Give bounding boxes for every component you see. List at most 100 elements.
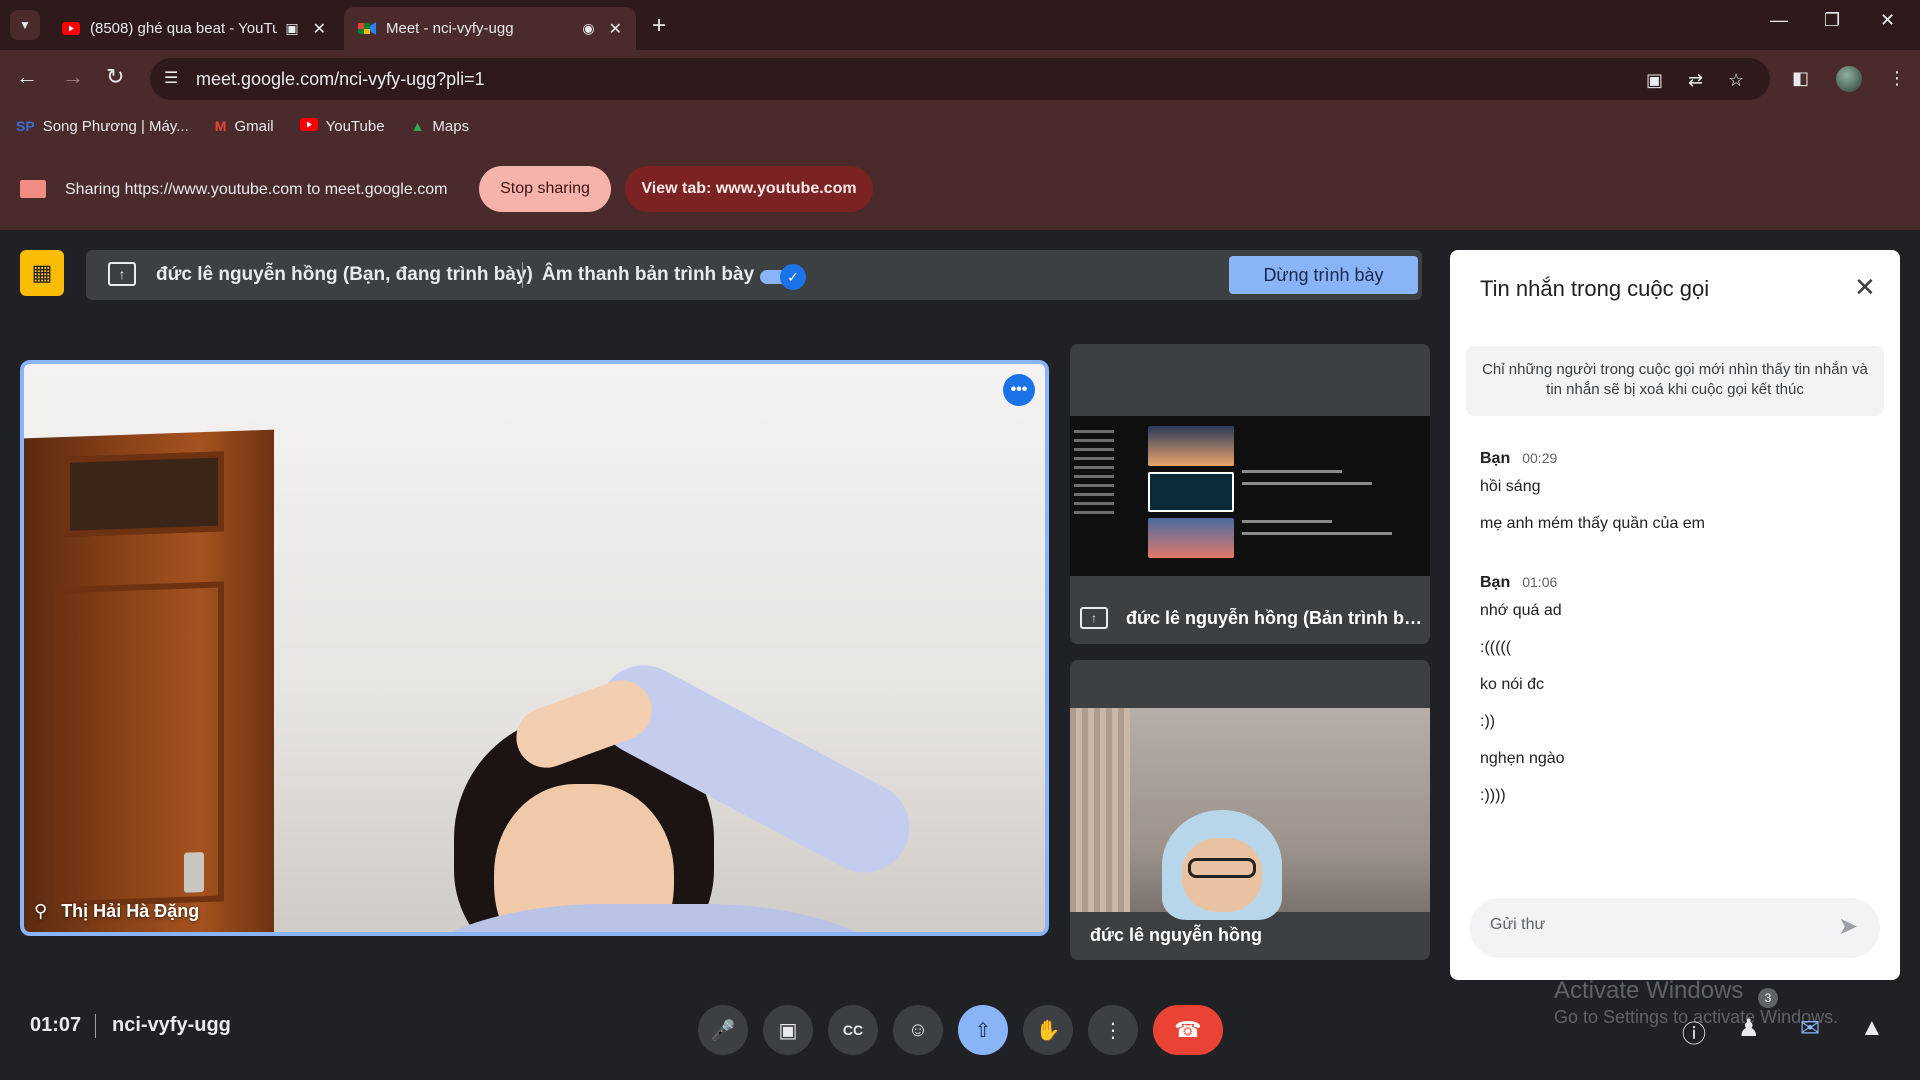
- reload-icon[interactable]: ↻: [106, 64, 124, 90]
- translate-icon[interactable]: ⇄: [1688, 70, 1703, 91]
- minimize-icon[interactable]: —: [1770, 10, 1788, 31]
- activities-icon[interactable]: ▲: [1860, 1014, 1884, 1042]
- people-count-badge: 3: [1758, 988, 1778, 1008]
- back-icon[interactable]: ←: [16, 64, 38, 90]
- view-tab-button[interactable]: View tab: www.youtube.com: [625, 166, 873, 212]
- emoji-icon: ☺: [907, 1018, 929, 1041]
- participant-name: Thị Hải Hà Đặng: [61, 901, 200, 921]
- bookmark-songphuong[interactable]: SP Song Phương | Máy...: [16, 118, 189, 135]
- info-icon[interactable]: ⓘ: [1682, 1014, 1706, 1049]
- message-header: Bạn 00:29: [1480, 450, 1880, 468]
- tab-youtube[interactable]: (8508) ghé qua beat - YouTube ▣ ✕: [48, 7, 340, 50]
- bookmark-label: Song Phương | Máy...: [42, 117, 189, 135]
- participant-label: ⚲ Thị Hải Hà Đặng: [34, 901, 199, 922]
- present-screen-icon: ⇧: [974, 1019, 992, 1042]
- tab-sharing-infobar: Sharing https://www.youtube.com to meet.…: [0, 160, 1920, 220]
- address-bar[interactable]: ☰ meet.google.com/nci-vyfy-ugg?pli=1 ▣ ⇄…: [150, 58, 1770, 100]
- chat-input-box: ➤: [1470, 898, 1880, 958]
- video-feed: [24, 364, 1045, 932]
- media-indicator-icon[interactable]: ▣: [285, 20, 298, 37]
- message-text: mẹ anh mém thấy quần của em: [1480, 515, 1706, 532]
- captions-button[interactable]: CC: [828, 1005, 878, 1055]
- main-video-tile[interactable]: ••• ⚲ Thị Hải Hà Đặng: [20, 360, 1049, 936]
- close-window-icon[interactable]: ✕: [1880, 10, 1895, 31]
- chevron-down-icon: ▼: [19, 18, 31, 32]
- close-icon[interactable]: ✕: [1854, 272, 1876, 303]
- stop-presenting-button[interactable]: Dừng trình bày: [1229, 256, 1418, 294]
- divider: [522, 262, 523, 288]
- chat-notice: Chỉ những người trong cuộc gọi mới nhìn …: [1466, 346, 1884, 416]
- reactions-button[interactable]: ☺: [893, 1005, 943, 1055]
- forward-icon[interactable]: →: [62, 64, 84, 90]
- video-curtain: [1070, 708, 1130, 912]
- gmail-icon: M: [214, 118, 227, 134]
- present-screen-icon: ↑: [1080, 607, 1108, 629]
- message-text: nghẹn ngào: [1480, 750, 1565, 767]
- preview-text: [1242, 520, 1332, 523]
- presentation-preview: [1070, 416, 1430, 576]
- chat-panel: Tin nhắn trong cuộc gọi ✕ Chỉ những ngườ…: [1450, 250, 1900, 980]
- participant-name: đức lê nguyễn hồng (Bản trình bày): [1126, 607, 1426, 628]
- message-group: Bạn 01:06 nhớ quá ad :((((( ko nói đc :)…: [1480, 574, 1880, 824]
- message-group: Bạn 00:29 hồi sáng mẹ anh mém thấy quần …: [1480, 450, 1880, 552]
- tab-title: (8508) ghé qua beat - YouTube: [90, 20, 278, 37]
- message-text: :)): [1480, 713, 1496, 730]
- tile-more-options-icon[interactable]: •••: [1003, 374, 1035, 406]
- camera-in-use-icon[interactable]: ▣: [1646, 70, 1663, 91]
- menu-kebab-icon[interactable]: ⋮: [1888, 68, 1906, 89]
- side-panel-icon[interactable]: ◧: [1792, 68, 1809, 89]
- send-icon[interactable]: ➤: [1838, 912, 1858, 941]
- participant-name: đức lê nguyễn hồng: [1090, 925, 1263, 945]
- bookmark-youtube[interactable]: YouTube: [299, 117, 385, 135]
- hand-icon: ✋: [1035, 1019, 1061, 1042]
- bookmark-gmail[interactable]: M Gmail: [215, 118, 274, 135]
- preview-text: [1242, 470, 1342, 473]
- bookmark-star-icon[interactable]: ☆: [1728, 70, 1744, 91]
- presentation-audio-toggle[interactable]: ✓: [760, 264, 806, 290]
- site-info-icon[interactable]: ☰: [164, 68, 178, 88]
- more-options-button[interactable]: ⋮: [1088, 1005, 1138, 1055]
- video-door-window: [64, 451, 224, 537]
- presentation-audio-label: Âm thanh bản trình bày: [542, 264, 755, 285]
- preview-video: [1148, 518, 1234, 558]
- meet-icon: [358, 20, 376, 38]
- microphone-button[interactable]: 🎤: [698, 1005, 748, 1055]
- message-text: :(((((: [1480, 639, 1512, 656]
- tab-search-button[interactable]: ▼: [10, 10, 40, 40]
- close-tab-icon[interactable]: ✕: [609, 19, 622, 39]
- camera-button[interactable]: ▣: [763, 1005, 813, 1055]
- presenter-name: đức lê nguyễn hồng (Bạn, đang trình bày): [156, 264, 533, 285]
- message-text: :)))): [1480, 787, 1506, 804]
- chat-title: Tin nhắn trong cuộc gọi: [1480, 276, 1710, 301]
- camera-icon: ▣: [778, 1019, 798, 1042]
- tab-meet[interactable]: Meet - nci-vyfy-ugg ◉ ✕: [344, 7, 636, 50]
- bookmark-label: YouTube: [325, 117, 385, 135]
- people-icon[interactable]: ♟: [1738, 1014, 1760, 1043]
- message-text: ko nói đc: [1480, 676, 1545, 693]
- present-screen-icon: ↑: [108, 262, 136, 286]
- participant-tile[interactable]: đức lê nguyễn hồng: [1070, 660, 1430, 960]
- presentation-indicator-icon[interactable]: ▦: [20, 250, 64, 296]
- url-text[interactable]: meet.google.com/nci-vyfy-ugg?pli=1: [196, 69, 485, 90]
- present-button[interactable]: ⇧: [958, 1005, 1008, 1055]
- raise-hand-button[interactable]: ✋: [1023, 1005, 1073, 1055]
- presenting-bar: ↑ đức lê nguyễn hồng (Bạn, đang trình bà…: [86, 250, 1422, 300]
- stop-sharing-button[interactable]: Stop sharing: [479, 166, 611, 212]
- new-tab-button[interactable]: +: [652, 12, 666, 40]
- leave-call-button[interactable]: ☎: [1153, 1005, 1223, 1055]
- bookmark-maps[interactable]: ▲ Maps: [411, 118, 470, 135]
- pin-icon[interactable]: ⚲: [34, 901, 47, 922]
- profile-avatar[interactable]: [1836, 66, 1862, 92]
- presentation-tile[interactable]: ↑ đức lê nguyễn hồng (Bản trình bày): [1070, 344, 1430, 644]
- message-time: 01:06: [1522, 574, 1558, 590]
- chat-message-input[interactable]: [1490, 916, 1810, 934]
- captions-icon: CC: [842, 1022, 864, 1038]
- preview-video: [1148, 426, 1234, 466]
- restore-icon[interactable]: ❐: [1824, 10, 1840, 31]
- chat-icon[interactable]: ✉: [1800, 1014, 1820, 1043]
- tab-title: Meet - nci-vyfy-ugg: [386, 20, 514, 37]
- windows-activation-title: Activate Windows: [1554, 977, 1744, 1004]
- preview-sidebar: [1074, 424, 1134, 569]
- close-tab-icon[interactable]: ✕: [313, 19, 326, 39]
- divider: [95, 1014, 96, 1038]
